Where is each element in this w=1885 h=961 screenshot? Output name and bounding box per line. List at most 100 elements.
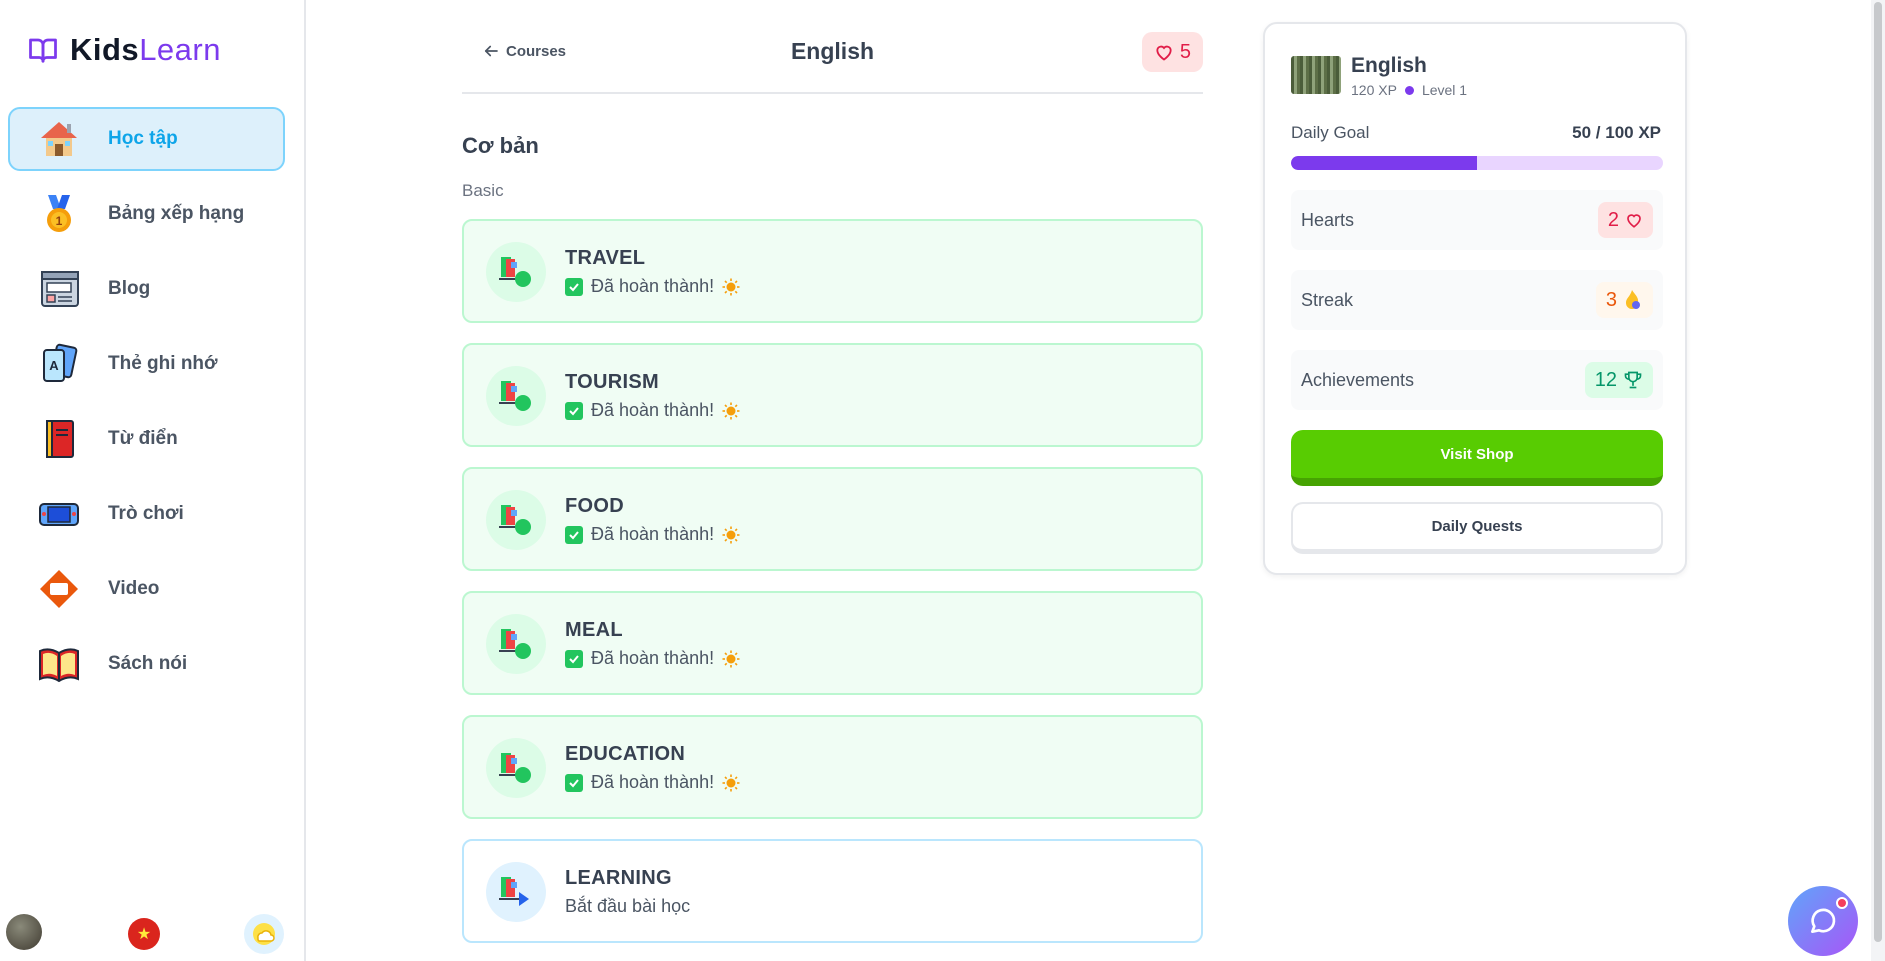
check-icon — [565, 649, 583, 668]
sun-icon — [722, 402, 740, 419]
panel-course-title: English — [1351, 54, 1427, 77]
daily-goal-progress-fill — [1291, 156, 1477, 170]
hearts-stat-value: 2 — [1607, 208, 1619, 231]
lesson-title: EDUCATION — [565, 743, 686, 765]
separator-dot — [1404, 85, 1414, 95]
lesson-book-icon — [486, 366, 546, 426]
lesson-status-text: Bắt đầu bài học — [565, 896, 691, 916]
sidebar: KidsLearn Học tập 1 Bảng xếp hạng Blog A… — [0, 0, 306, 961]
sidebar-item-label: Bảng xếp hạng — [108, 203, 245, 224]
lesson-card[interactable]: TRAVEL Đã hoàn thành! — [462, 219, 1203, 323]
back-to-courses-link[interactable]: Courses — [482, 42, 566, 60]
lesson-card[interactable]: EDUCATION Đã hoàn thành! — [462, 715, 1203, 819]
lesson-list: TRAVEL Đã hoàn thành! TOURISM Đã hoàn thành… — [462, 219, 1203, 961]
arrow-left-icon — [484, 45, 498, 57]
hearts-label: Hearts — [1301, 210, 1355, 230]
visit-shop-button[interactable]: Visit Shop — [1291, 430, 1663, 486]
course-thumbnail — [1291, 56, 1341, 94]
sidebar-item-label: Trò chơi — [108, 503, 184, 524]
check-icon — [565, 773, 583, 792]
lesson-status: Đã hoàn thành! — [565, 772, 740, 793]
user-avatar[interactable] — [6, 914, 42, 950]
lesson-book-icon — [486, 614, 546, 674]
sidebar-item-hoc-tap[interactable]: Học tập — [8, 107, 285, 171]
unit-subtitle: Basic — [462, 181, 504, 200]
achievements-stat: Achievements 12 — [1291, 350, 1663, 410]
hearts-counter[interactable]: 5 — [1141, 32, 1203, 72]
app-logo[interactable]: KidsLearn — [28, 32, 221, 68]
notification-dot — [1836, 897, 1848, 909]
page-scrollbar[interactable] — [1871, 0, 1885, 961]
blog-icon — [38, 268, 80, 310]
lesson-book-icon — [486, 862, 546, 922]
sidebar-item-audiobooks[interactable]: Sách nói — [8, 632, 285, 696]
lesson-title: FOOD — [565, 495, 624, 517]
svg-text:1: 1 — [56, 214, 63, 228]
level-value: Level 1 — [1421, 82, 1468, 98]
trophy-icon — [1624, 371, 1642, 389]
vietnam-flag-icon[interactable]: ★ — [128, 918, 160, 950]
scrollbar-thumb[interactable] — [1874, 2, 1882, 942]
hearts-count: 5 — [1179, 40, 1191, 63]
back-label: Courses — [506, 42, 567, 60]
sidebar-item-label: Học tập — [108, 128, 178, 149]
unit-title: Cơ bản — [462, 133, 539, 158]
chat-button[interactable] — [1788, 886, 1858, 956]
lesson-status-text: Đã hoàn thành! — [591, 276, 715, 296]
streak-stat-badge: 3 — [1595, 282, 1653, 318]
lesson-card[interactable]: MEAL Đã hoàn thành! — [462, 591, 1203, 695]
sidebar-item-video[interactable]: Video — [8, 557, 285, 621]
chat-bubble-icon — [1811, 908, 1836, 933]
sidebar-item-blog[interactable]: Blog — [8, 257, 285, 321]
sidebar-item-flashcards[interactable]: A Thẻ ghi nhớ — [8, 332, 285, 396]
course-header: Courses English 5 — [462, 24, 1203, 94]
sidebar-item-label: Thẻ ghi nhớ — [108, 353, 218, 374]
daily-goal-label: Daily Goal — [1291, 123, 1370, 142]
sidebar-item-label: Sách nói — [108, 653, 188, 674]
lesson-card[interactable]: FOOD Đã hoàn thành! — [462, 467, 1203, 571]
hearts-stat-badge: 2 — [1597, 202, 1653, 238]
lesson-card[interactable]: LEARNING Bắt đầu bài học — [462, 839, 1203, 943]
streak-label: Streak — [1301, 290, 1354, 310]
lesson-book-icon — [486, 738, 546, 798]
cloud-sun-icon[interactable] — [244, 914, 284, 954]
house-icon — [38, 118, 80, 160]
sidebar-item-label: Video — [108, 578, 160, 599]
lesson-status-text: Đã hoàn thành! — [591, 648, 715, 668]
lesson-status: Đã hoàn thành! — [565, 400, 740, 421]
check-icon — [565, 277, 583, 296]
lesson-status: Đã hoàn thành! — [565, 276, 740, 297]
sidebar-item-games[interactable]: Trò chơi — [8, 482, 285, 546]
sun-icon — [722, 278, 740, 295]
achievements-stat-value: 12 — [1594, 368, 1617, 391]
sidebar-item-dictionary[interactable]: Từ điển — [8, 407, 285, 471]
achievements-stat-badge: 12 — [1584, 362, 1653, 398]
sun-icon — [722, 526, 740, 543]
lesson-status-text: Đã hoàn thành! — [591, 400, 715, 420]
sidebar-nav: Học tập 1 Bảng xếp hạng Blog A Thẻ ghi n… — [8, 107, 285, 707]
lesson-title: LEARNING — [565, 867, 672, 889]
heart-icon — [1156, 45, 1172, 61]
game-icon — [38, 493, 80, 535]
lesson-status: Đã hoàn thành! — [565, 524, 740, 545]
lesson-status: Bắt đầu bài học — [565, 896, 690, 917]
daily-quests-button[interactable]: Daily Quests — [1291, 502, 1663, 554]
lesson-status: Đã hoàn thành! — [565, 648, 740, 669]
lesson-status-text: Đã hoàn thành! — [591, 524, 715, 544]
lesson-title: TOURISM — [565, 371, 659, 393]
flashcard-icon: A — [38, 343, 80, 385]
sidebar-footer: ★ — [6, 914, 296, 954]
sidebar-item-leaderboard[interactable]: 1 Bảng xếp hạng — [8, 182, 285, 246]
dictionary-icon — [38, 418, 80, 460]
check-icon — [565, 525, 583, 544]
sidebar-item-label: Từ điển — [108, 428, 178, 449]
daily-goal-progress-bar — [1291, 156, 1663, 170]
lesson-card[interactable]: TOURISM Đã hoàn thành! — [462, 343, 1203, 447]
streak-stat: Streak 3 — [1291, 270, 1663, 330]
progress-panel: English 120 XP Level 1 Daily Goal 50 / 1… — [1263, 22, 1687, 575]
daily-goal-value: 50 / 100 XP — [1572, 123, 1661, 142]
streak-stat-value: 3 — [1605, 288, 1617, 311]
page-title: English — [790, 38, 875, 64]
lesson-book-icon — [486, 490, 546, 550]
check-icon — [565, 401, 583, 420]
